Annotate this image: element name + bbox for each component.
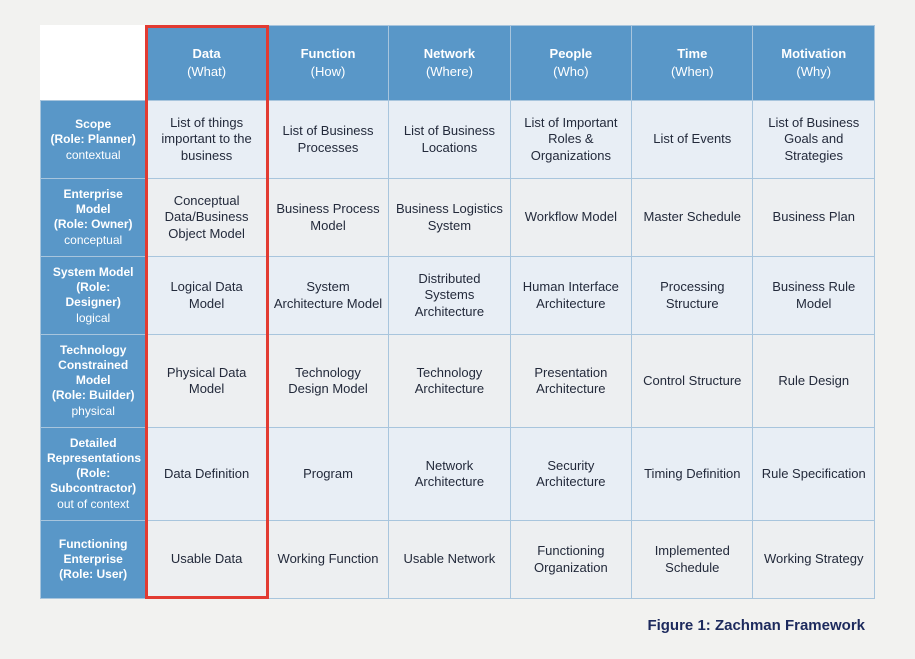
row-header: Technology Constrained Model(Role: Build… bbox=[41, 335, 146, 428]
table-row: Detailed Representations(Role: Subcontra… bbox=[41, 428, 875, 521]
cell: List of Events bbox=[632, 101, 753, 179]
col-title: Data bbox=[152, 46, 260, 62]
row-perspective: logical bbox=[47, 311, 139, 326]
col-sub: (How) bbox=[274, 64, 382, 80]
corner-cell bbox=[41, 26, 146, 101]
col-title: Network bbox=[395, 46, 503, 62]
col-header-people: People (Who) bbox=[510, 26, 631, 101]
col-header-motivation: Motivation (Why) bbox=[753, 26, 875, 101]
col-header-network: Network (Where) bbox=[389, 26, 510, 101]
cell: System Architecture Model bbox=[267, 257, 388, 335]
row-perspective: conceptual bbox=[47, 233, 139, 248]
cell: List of Business Locations bbox=[389, 101, 510, 179]
table-row: Scope(Role: Planner)contextualList of th… bbox=[41, 101, 875, 179]
col-title: Function bbox=[274, 46, 382, 62]
row-title: Enterprise Model bbox=[47, 187, 139, 217]
row-title: System Model bbox=[47, 265, 139, 280]
figure-caption: Figure 1: Zachman Framework bbox=[40, 617, 875, 634]
cell: Master Schedule bbox=[632, 179, 753, 257]
cell: Business Plan bbox=[753, 179, 875, 257]
cell: Data Definition bbox=[146, 428, 267, 521]
row-role: (Role: Designer) bbox=[47, 280, 139, 310]
column-header-row: Data (What) Function (How) Network (Wher… bbox=[41, 26, 875, 101]
cell: Working Strategy bbox=[753, 521, 875, 599]
cell: Usable Data bbox=[146, 521, 267, 599]
cell: Physical Data Model bbox=[146, 335, 267, 428]
cell: Usable Network bbox=[389, 521, 510, 599]
table-row: Functioning Enterprise(Role: User)Usable… bbox=[41, 521, 875, 599]
cell: Control Structure bbox=[632, 335, 753, 428]
cell: Presentation Architecture bbox=[510, 335, 631, 428]
col-header-data: Data (What) bbox=[146, 26, 267, 101]
cell: Rule Design bbox=[753, 335, 875, 428]
row-role: (Role: Owner) bbox=[47, 217, 139, 232]
table-row: Enterprise Model(Role: Owner)conceptualC… bbox=[41, 179, 875, 257]
cell: Workflow Model bbox=[510, 179, 631, 257]
row-title: Technology Constrained Model bbox=[47, 343, 139, 388]
row-title: Scope bbox=[47, 117, 139, 132]
col-header-time: Time (When) bbox=[632, 26, 753, 101]
row-perspective: physical bbox=[47, 404, 139, 419]
row-title: Detailed Representations bbox=[47, 436, 139, 466]
col-sub: (Who) bbox=[517, 64, 625, 80]
row-header: Scope(Role: Planner)contextual bbox=[41, 101, 146, 179]
row-title: Functioning Enterprise bbox=[47, 537, 139, 567]
col-sub: (When) bbox=[638, 64, 746, 80]
row-header: System Model(Role: Designer)logical bbox=[41, 257, 146, 335]
cell: Rule Specification bbox=[753, 428, 875, 521]
cell: Distributed Systems Architecture bbox=[389, 257, 510, 335]
cell: Technology Architecture bbox=[389, 335, 510, 428]
table-body: Scope(Role: Planner)contextualList of th… bbox=[41, 101, 875, 599]
cell: Processing Structure bbox=[632, 257, 753, 335]
cell: Technology Design Model bbox=[267, 335, 388, 428]
cell: Functioning Organization bbox=[510, 521, 631, 599]
row-role: (Role: User) bbox=[47, 567, 139, 582]
row-perspective: contextual bbox=[47, 148, 139, 163]
cell: Program bbox=[267, 428, 388, 521]
cell: Timing Definition bbox=[632, 428, 753, 521]
cell: Conceptual Data/Business Object Model bbox=[146, 179, 267, 257]
cell: Working Function bbox=[267, 521, 388, 599]
cell: Security Architecture bbox=[510, 428, 631, 521]
cell: Business Logistics System bbox=[389, 179, 510, 257]
row-header: Enterprise Model(Role: Owner)conceptual bbox=[41, 179, 146, 257]
cell: Business Rule Model bbox=[753, 257, 875, 335]
cell: List of things important to the business bbox=[146, 101, 267, 179]
row-perspective: out of context bbox=[47, 497, 139, 512]
cell: List of Business Goals and Strategies bbox=[753, 101, 875, 179]
zachman-table-wrap: Data (What) Function (How) Network (Wher… bbox=[40, 25, 875, 599]
col-sub: (Where) bbox=[395, 64, 503, 80]
cell: Logical Data Model bbox=[146, 257, 267, 335]
col-title: Motivation bbox=[759, 46, 868, 62]
col-header-function: Function (How) bbox=[267, 26, 388, 101]
zachman-framework-table: Data (What) Function (How) Network (Wher… bbox=[40, 25, 875, 599]
cell: Human Interface Architecture bbox=[510, 257, 631, 335]
col-title: People bbox=[517, 46, 625, 62]
cell: Business Process Model bbox=[267, 179, 388, 257]
col-sub: (What) bbox=[152, 64, 260, 80]
cell: Implemented Schedule bbox=[632, 521, 753, 599]
table-row: System Model(Role: Designer)logicalLogic… bbox=[41, 257, 875, 335]
row-role: (Role: Subcontractor) bbox=[47, 466, 139, 496]
row-header: Functioning Enterprise(Role: User) bbox=[41, 521, 146, 599]
table-row: Technology Constrained Model(Role: Build… bbox=[41, 335, 875, 428]
row-header: Detailed Representations(Role: Subcontra… bbox=[41, 428, 146, 521]
col-title: Time bbox=[638, 46, 746, 62]
row-role: (Role: Builder) bbox=[47, 388, 139, 403]
col-sub: (Why) bbox=[759, 64, 868, 80]
cell: List of Business Processes bbox=[267, 101, 388, 179]
cell: Network Architecture bbox=[389, 428, 510, 521]
cell: List of Important Roles & Organizations bbox=[510, 101, 631, 179]
row-role: (Role: Planner) bbox=[47, 132, 139, 147]
